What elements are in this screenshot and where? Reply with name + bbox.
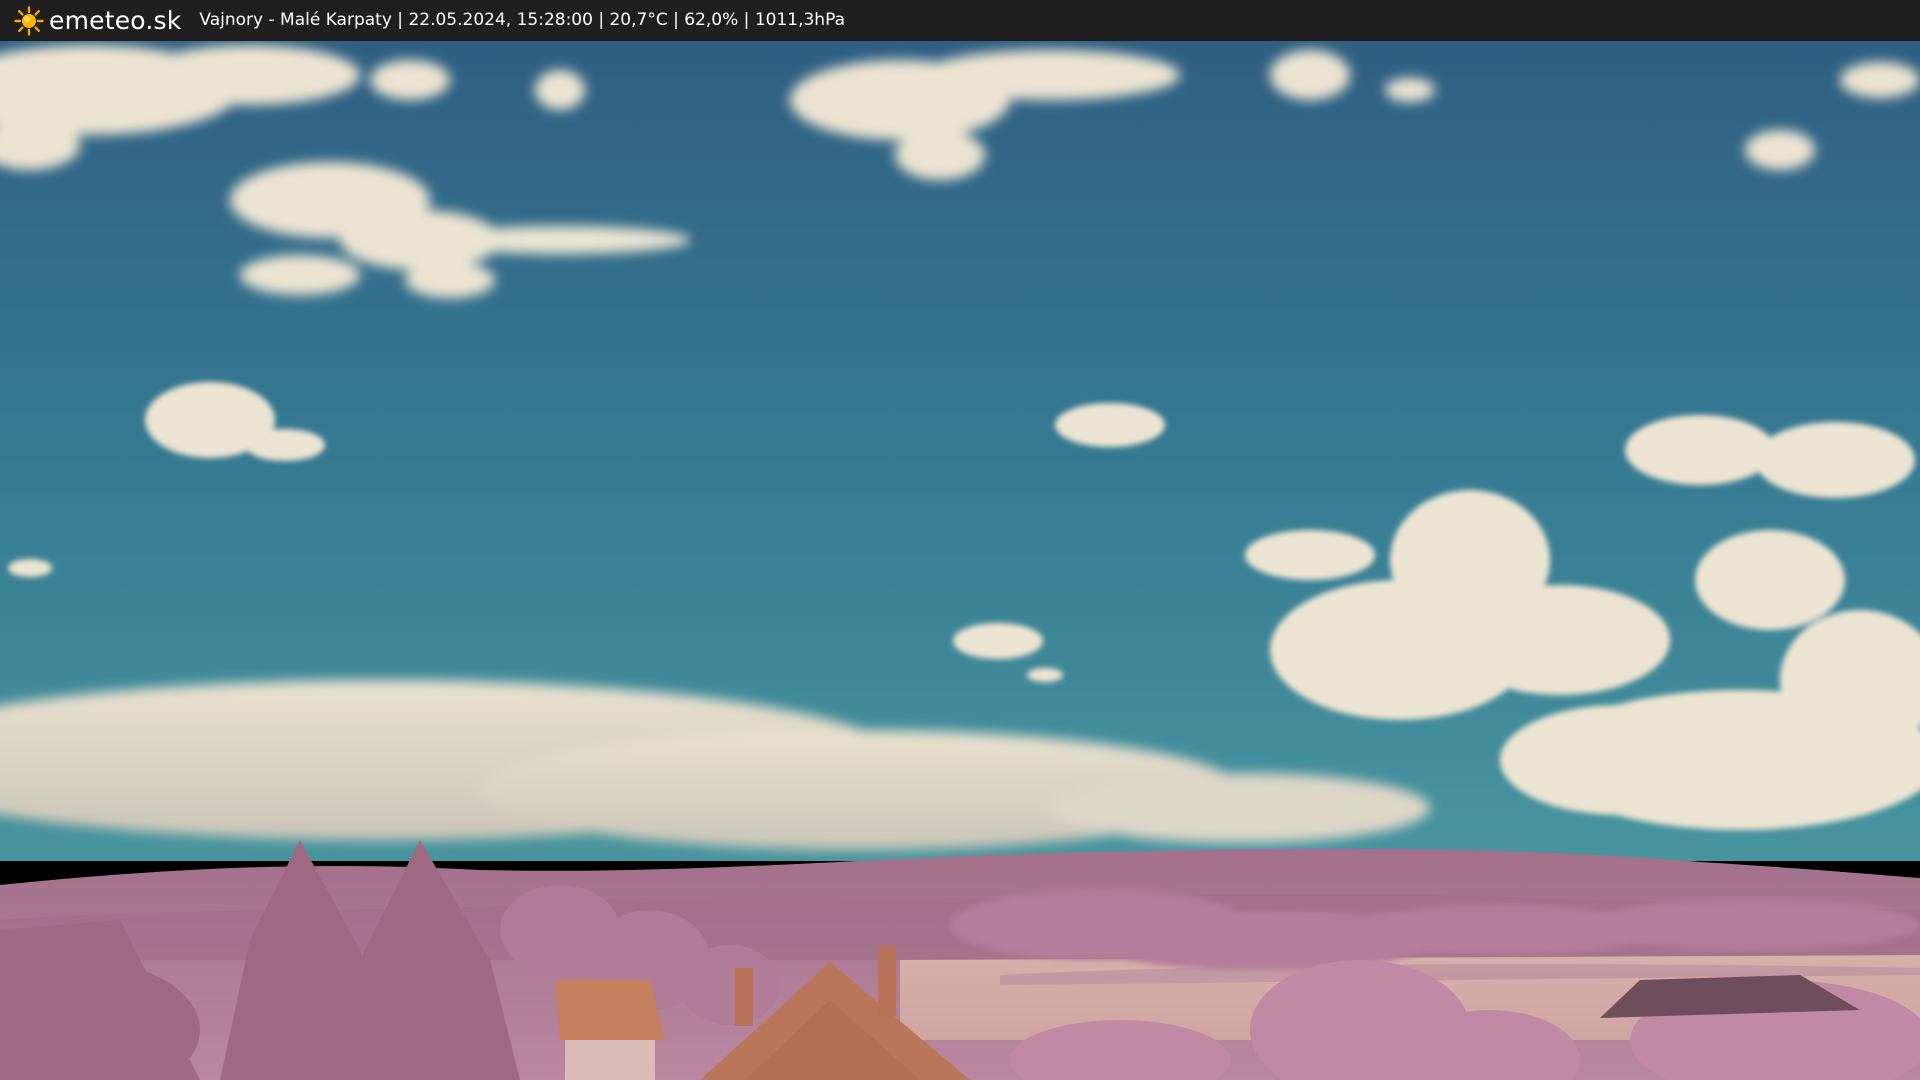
webcam-view: emeteo.sk Vajnory - Malé Karpaty | 22.05… — [0, 0, 1920, 1080]
datetime-value: 22.05.2024, 15:28:00 — [408, 10, 593, 30]
separator: | — [391, 10, 409, 30]
temperature-value: 20,7°C — [609, 10, 668, 30]
webcam-image — [0, 41, 1920, 1080]
house-left — [555, 980, 665, 1080]
pressure-value: 1011,3hPa — [754, 10, 845, 30]
landscape-scene — [0, 41, 1920, 1080]
brand-name: emeteo.sk — [49, 6, 182, 35]
brand[interactable]: emeteo.sk — [14, 0, 181, 41]
weather-info: Vajnory - Malé Karpaty | 22.05.2024, 15:… — [199, 0, 845, 41]
separator: | — [738, 10, 755, 30]
location-label: Vajnory - Malé Karpaty — [199, 10, 392, 30]
separator: | — [667, 10, 685, 30]
humidity-value: 62,0% — [684, 10, 739, 30]
top-bar: emeteo.sk Vajnory - Malé Karpaty | 22.05… — [0, 0, 1920, 41]
separator: | — [592, 10, 610, 30]
sun-icon — [14, 5, 44, 36]
